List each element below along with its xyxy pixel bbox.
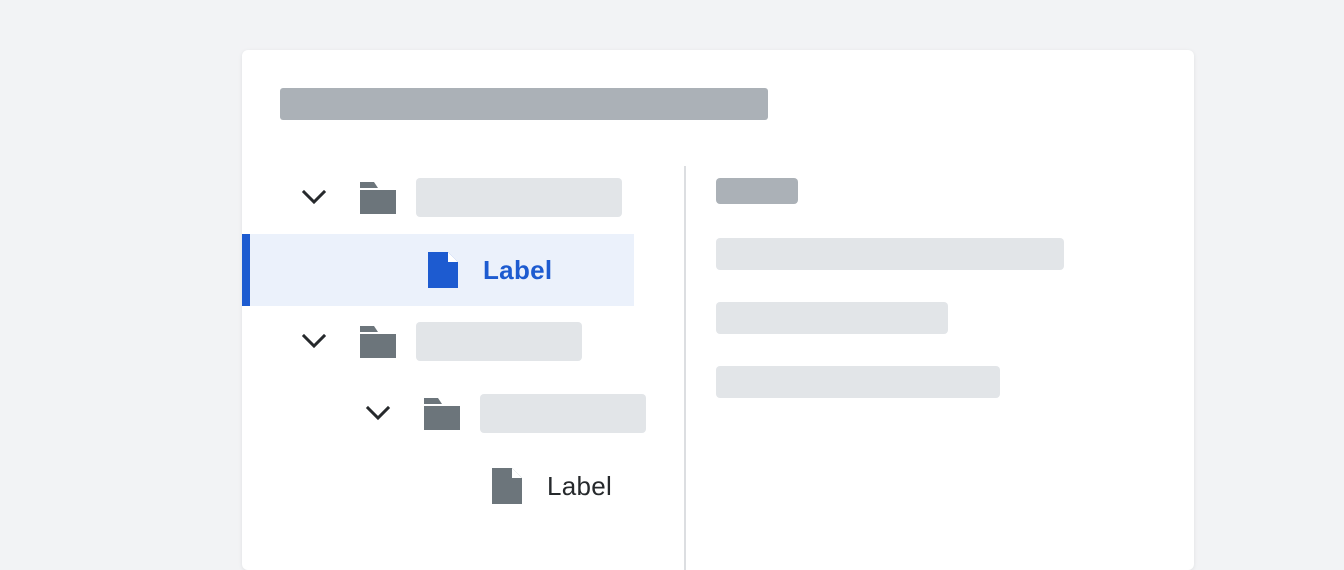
file-icon	[428, 252, 458, 288]
title-placeholder	[280, 88, 768, 120]
tree-item-label: Label	[483, 255, 553, 285]
tree-item-label: Label	[547, 471, 613, 501]
folder-icon	[424, 398, 460, 430]
chevron-down-icon[interactable]	[364, 402, 392, 426]
tree-item-selected[interactable]: Label	[242, 234, 634, 306]
chevron-down-icon[interactable]	[300, 186, 328, 210]
file-icon	[492, 468, 522, 504]
detail-line-placeholder	[716, 302, 948, 334]
detail-line-placeholder	[716, 366, 1000, 398]
folder-icon	[360, 326, 396, 358]
detail-heading-placeholder	[716, 178, 798, 204]
selection-indicator	[242, 234, 250, 306]
detail-line-placeholder	[716, 238, 1064, 270]
chevron-down-icon[interactable]	[300, 330, 328, 354]
folder-label-placeholder	[416, 322, 582, 361]
folder-label-placeholder	[480, 394, 646, 433]
folder-label-placeholder	[416, 178, 622, 217]
folder-icon	[360, 182, 396, 214]
panel-divider[interactable]	[684, 166, 686, 570]
content-card: Label Label	[242, 50, 1194, 570]
